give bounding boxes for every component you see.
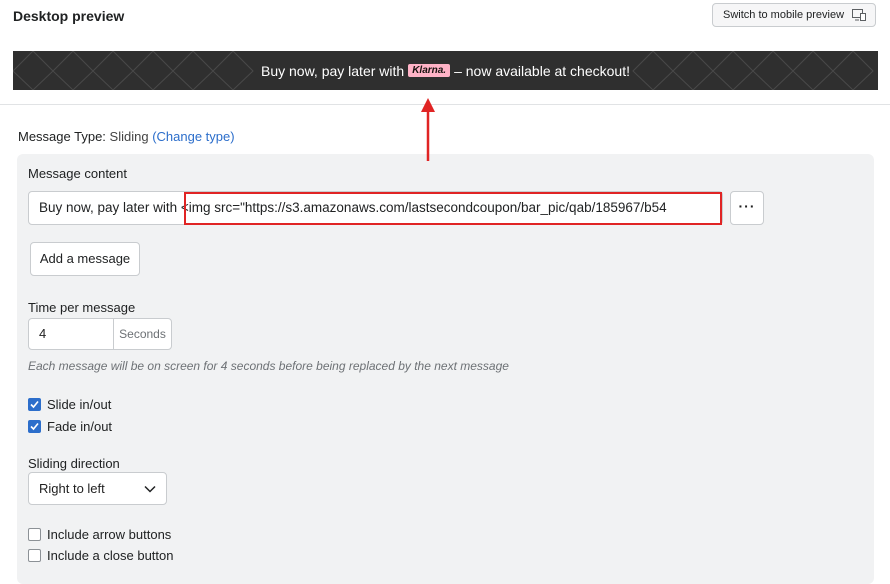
klarna-logo: Klarna. (408, 64, 451, 77)
close-button-option[interactable]: Include a close button (28, 548, 173, 563)
announcement-bar-preview: Buy now, pay later with Klarna. – now av… (13, 51, 878, 90)
checkbox-checked-icon[interactable] (28, 420, 41, 433)
slide-in-out-label: Slide in/out (47, 397, 112, 412)
bar-text-before: Buy now, pay later with (261, 62, 405, 79)
sliding-direction-label: Sliding direction (28, 456, 120, 471)
fade-in-out-option[interactable]: Fade in/out (28, 419, 112, 434)
arrow-buttons-option[interactable]: Include arrow buttons (28, 527, 171, 542)
devices-icon (852, 9, 867, 21)
sliding-direction-select[interactable]: Right to left (28, 472, 167, 505)
time-unit-suffix: Seconds (119, 327, 166, 341)
time-per-message-field[interactable]: 4 Seconds (28, 318, 172, 350)
more-options-button[interactable]: ··· (730, 191, 764, 225)
time-help-text: Each message will be on screen for 4 sec… (28, 359, 509, 373)
close-button-label: Include a close button (47, 548, 174, 563)
annotation-arrow-icon (421, 98, 435, 161)
change-type-link[interactable]: (Change type) (152, 129, 234, 144)
page-title: Desktop preview (13, 8, 125, 24)
arrow-buttons-label: Include arrow buttons (47, 527, 172, 542)
switch-to-mobile-button[interactable]: Switch to mobile preview (712, 3, 876, 27)
switch-to-mobile-label: Switch to mobile preview (723, 9, 845, 21)
section-divider (0, 104, 890, 105)
bar-message: Buy now, pay later with Klarna. – now av… (261, 63, 630, 79)
checkbox-checked-icon[interactable] (28, 398, 41, 411)
message-type-label: Message Type: (18, 129, 106, 144)
checkbox-unchecked-icon[interactable] (28, 528, 41, 541)
sliding-direction-value: Right to left (39, 481, 105, 496)
bar-text-after: – now available at checkout! (454, 62, 630, 79)
time-value-input[interactable]: 4 (29, 319, 114, 349)
time-per-message-label: Time per message (28, 300, 136, 315)
slide-in-out-option[interactable]: Slide in/out (28, 397, 111, 412)
message-type-row: Message Type: Sliding (Change type) (18, 129, 235, 144)
message-content-label: Message content (28, 166, 128, 181)
checkbox-unchecked-icon[interactable] (28, 549, 41, 562)
fade-in-out-label: Fade in/out (47, 419, 113, 434)
message-content-input[interactable]: Buy now, pay later with <img src="https:… (28, 191, 723, 225)
message-type-value: Sliding (109, 129, 149, 144)
add-message-button[interactable]: Add a message (30, 242, 140, 276)
chevron-down-icon (144, 485, 156, 493)
